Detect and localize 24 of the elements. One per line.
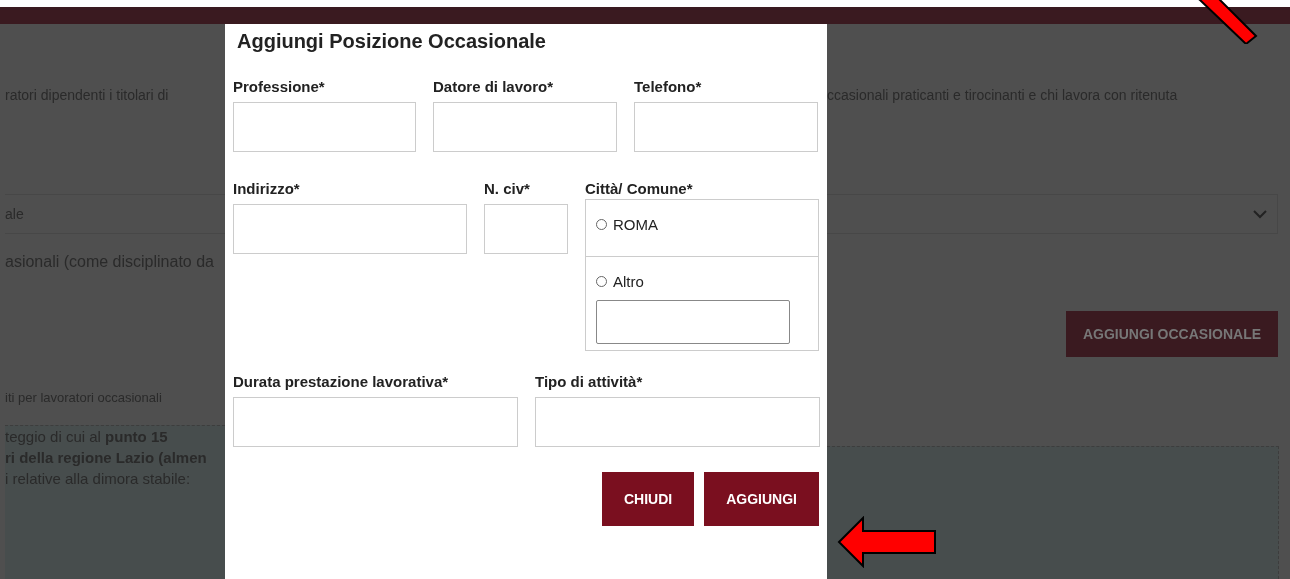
input-field[interactable] bbox=[233, 102, 416, 152]
field-label: N. civ* bbox=[484, 180, 530, 199]
radio-label: ROMA bbox=[613, 216, 658, 233]
input-field[interactable] bbox=[596, 300, 790, 344]
field-label: Datore di lavoro* bbox=[433, 78, 554, 97]
field-label: Durata prestazione lavorativa* bbox=[233, 373, 449, 392]
input-field[interactable] bbox=[634, 102, 818, 152]
radio-label: Altro bbox=[613, 273, 644, 290]
field-label: Telefono* bbox=[634, 78, 702, 97]
field-label: Professione* bbox=[233, 78, 325, 97]
dialog-button[interactable]: AGGIUNGI bbox=[704, 472, 819, 526]
chevron-down-icon bbox=[1253, 209, 1267, 219]
field-label: Città/ Comune* bbox=[585, 180, 693, 199]
field-label: Tipo di attività* bbox=[535, 373, 643, 392]
input-field[interactable] bbox=[535, 397, 820, 447]
select-field[interactable] bbox=[827, 194, 1278, 234]
input-field[interactable] bbox=[433, 102, 617, 152]
input-field[interactable] bbox=[233, 204, 467, 254]
arrow-icon bbox=[837, 516, 937, 568]
modal-title: Aggiungi Posizione Occasionale bbox=[237, 30, 547, 54]
input-field[interactable] bbox=[484, 204, 568, 254]
field-label: Indirizzo* bbox=[233, 180, 300, 199]
input-field[interactable] bbox=[233, 397, 518, 447]
dialog-button[interactable]: CHIUDI bbox=[602, 472, 695, 526]
